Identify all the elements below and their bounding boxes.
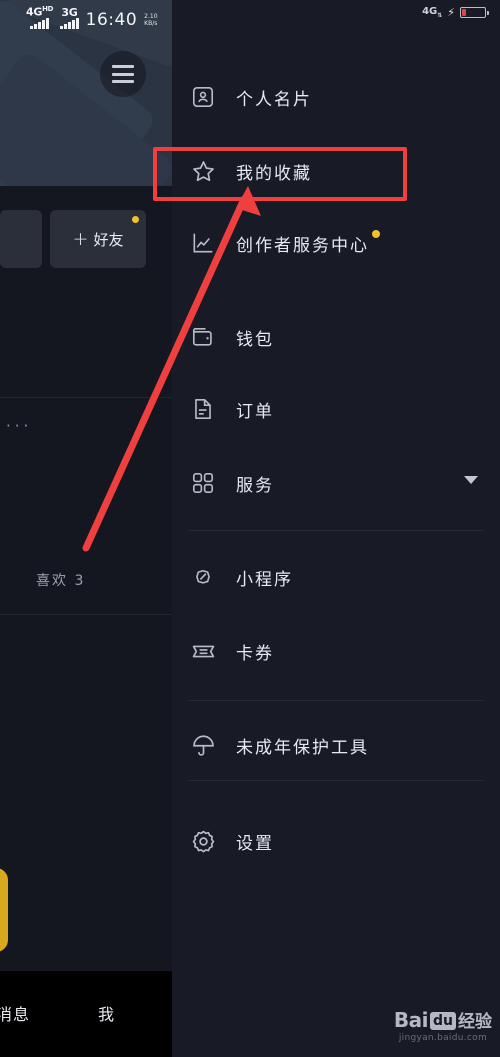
hamburger-line: [112, 80, 134, 83]
status-bar: 4GHD 3G 16:40 2.10 KB/s 4G⇅ ⚡: [0, 0, 500, 32]
menu-item-minor-protection-tool[interactable]: 未成年保护工具: [172, 714, 500, 776]
network-type-label: 4GHD: [26, 4, 53, 18]
watermark-url: jingyan.baidu.com: [398, 1033, 488, 1043]
bottom-nav-messages[interactable]: 消息: [0, 1001, 30, 1025]
menu-item-services[interactable]: 服务: [172, 452, 500, 514]
menu-item-label: 卡券: [236, 643, 274, 664]
add-friend-label: 好友: [93, 230, 124, 249]
menu-item-label: 小程序: [236, 569, 293, 590]
status-bar-right: 4G⇅ ⚡: [422, 6, 489, 19]
menu-item-settings[interactable]: 设置: [172, 810, 500, 872]
profile-action-chips: + 好友: [0, 210, 172, 268]
ticket-icon: [188, 636, 218, 666]
network-secondary-text: 3G: [61, 5, 78, 19]
network-right-label: 4G⇅: [422, 6, 443, 19]
watermark-bai: Bai: [393, 1008, 429, 1032]
watermark: Bai du 经验 jingyan.baidu.com: [394, 1007, 492, 1043]
menu-item-text: 创作者服务中心: [236, 235, 369, 256]
plus-icon: +: [72, 227, 89, 250]
network-right-text: 4G: [422, 6, 438, 17]
badge-dot: [372, 229, 380, 238]
lightning-bolt-icon: ⚡: [447, 6, 455, 19]
network-speed-unit: KB/s: [144, 19, 158, 27]
status-bar-left: 4GHD 3G 16:40 2.10 KB/s: [26, 4, 158, 29]
network-speed-value: 2.10: [144, 12, 158, 20]
menu-item-label: 钱包: [236, 329, 274, 350]
network-primary-sup: HD: [42, 5, 54, 13]
likes-count-label: 喜欢 3: [36, 573, 86, 589]
battery-icon: [460, 7, 489, 18]
underlying-profile-page: + 好友 ··· 喜欢 3 消息 我: [0, 0, 172, 1057]
menu-item-label: 未成年保护工具: [236, 737, 369, 758]
left-divider-2: [0, 614, 172, 615]
phone-screen: + 好友 ··· 喜欢 3 消息 我 个人名片 我的收藏 创作者服务中心 钱包 …: [0, 0, 500, 1057]
hamburger-line: [112, 65, 134, 68]
menu-item-creator-service-center[interactable]: 创作者服务中心: [172, 212, 500, 274]
bottom-nav-me[interactable]: 我: [98, 1001, 115, 1025]
signal-bars-icon: [30, 17, 49, 29]
watermark-suffix: 经验: [458, 1012, 492, 1032]
hamburger-menu-icon[interactable]: [100, 51, 146, 97]
menu-item-personal-card[interactable]: 个人名片: [172, 66, 500, 128]
menu-item-label: 服务: [236, 475, 274, 496]
menu-item-wallet[interactable]: 钱包: [172, 306, 500, 368]
menu-item-orders[interactable]: 订单: [172, 378, 500, 440]
add-friend-button[interactable]: + 好友: [50, 210, 146, 268]
document-icon: [188, 394, 218, 424]
signal-bars-icon-2: [60, 17, 79, 29]
gear-icon: [188, 826, 218, 856]
grid-apps-icon: [188, 468, 218, 498]
watermark-du: du: [430, 1012, 456, 1030]
network-indicator-secondary: 3G: [60, 7, 79, 29]
clock-label: 16:40: [85, 9, 138, 30]
menu-item-label: 创作者服务中心: [236, 229, 380, 256]
drawer-divider-3: [188, 780, 484, 781]
network-primary-text: 4G: [26, 5, 43, 19]
battery-fill: [462, 9, 466, 16]
mini-program-icon: [188, 562, 218, 592]
hamburger-line: [112, 72, 134, 76]
menu-item-label: 设置: [236, 833, 274, 854]
left-divider-1: [0, 397, 172, 398]
umbrella-icon: [188, 730, 218, 760]
drawer-divider-1: [188, 530, 484, 531]
profile-chip-partial[interactable]: [0, 210, 42, 268]
chevron-down-icon[interactable]: [464, 476, 478, 484]
menu-item-mini-programs[interactable]: 小程序: [172, 546, 500, 608]
chart-line-icon: [188, 228, 218, 258]
badge-dot: [132, 216, 139, 223]
wallet-icon: [188, 322, 218, 352]
menu-item-coupons[interactable]: 卡券: [172, 620, 500, 682]
drawer-divider-2: [188, 700, 484, 701]
network-speed-indicator: 2.10 KB/s: [144, 13, 157, 27]
menu-item-label: 个人名片: [236, 89, 312, 110]
watermark-brand: Bai du 经验: [394, 1007, 492, 1032]
more-options-icon[interactable]: ···: [6, 417, 32, 435]
menu-item-label: 订单: [236, 401, 274, 422]
annotation-highlight-box: [153, 147, 407, 201]
yellow-floating-pill[interactable]: [0, 868, 8, 952]
network-indicator-primary: 4GHD: [26, 4, 53, 29]
contact-card-icon: [188, 82, 218, 112]
bottom-navigation-bar: 消息 我: [0, 971, 172, 1057]
